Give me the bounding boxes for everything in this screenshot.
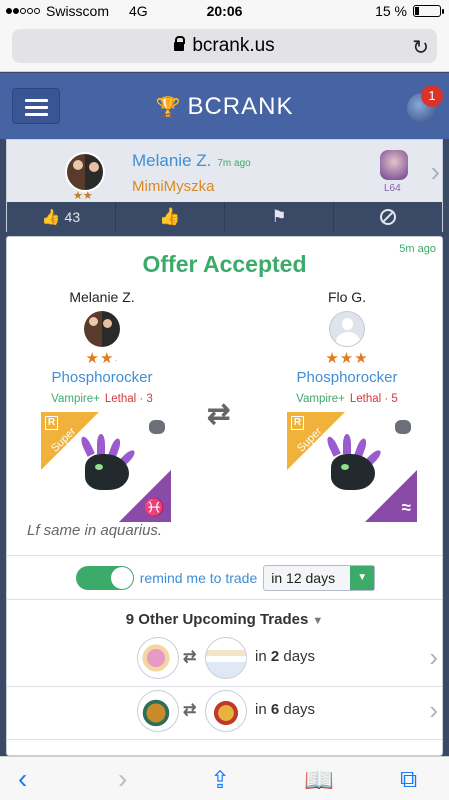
remind-toggle[interactable] bbox=[75, 566, 134, 590]
swap-icon: ⇄ bbox=[183, 649, 197, 666]
chevron-right-icon: › bbox=[429, 642, 438, 672]
chevron-right-icon[interactable]: › bbox=[431, 156, 440, 188]
trade-days-suffix: days bbox=[279, 701, 316, 718]
pisces-icon: ♓ bbox=[143, 498, 165, 517]
divider bbox=[7, 599, 442, 600]
offer-right-user[interactable]: Flo G. ★★★ bbox=[262, 289, 432, 367]
url-text: bcrank.us bbox=[192, 35, 275, 56]
status-bar: Swisscom 4G 20:06 15 % bbox=[0, 0, 449, 22]
swap-icon: ⇄ bbox=[207, 398, 231, 429]
block-button[interactable] bbox=[334, 202, 442, 232]
avatar[interactable] bbox=[65, 152, 105, 192]
user-level: L64 bbox=[384, 183, 401, 194]
rock-element-icon bbox=[395, 420, 411, 434]
divider bbox=[7, 555, 442, 556]
tabs-icon[interactable]: ⧉ bbox=[400, 766, 417, 794]
url-field[interactable]: bcrank.us ↻ bbox=[12, 29, 437, 63]
battery-percent: 15 % bbox=[375, 3, 407, 19]
lock-icon bbox=[174, 36, 186, 53]
right-trait-primary: Vampire+ bbox=[296, 393, 345, 405]
share-icon[interactable]: ⇪ bbox=[210, 766, 230, 795]
reminder-row: remind me to trade in 12 days ▼ bbox=[7, 559, 442, 597]
trade-days-prefix: in bbox=[255, 648, 271, 665]
trade-days-number: 2 bbox=[270, 648, 280, 665]
right-dragon-card[interactable]: R Super ≈ bbox=[287, 412, 417, 522]
user-name[interactable]: Melanie Z. bbox=[132, 151, 211, 170]
browser-toolbar: ‹ › ⇪ 📖 ⧉ bbox=[0, 756, 449, 800]
dragon-thumbnail bbox=[205, 690, 247, 732]
battery-icon bbox=[413, 5, 444, 17]
reload-icon[interactable]: ↻ bbox=[412, 35, 429, 60]
report-button[interactable]: ⚑ bbox=[225, 202, 334, 232]
app-header: 🏆 BCRANK 1 bbox=[0, 73, 449, 139]
remind-days-select[interactable]: in 12 days ▼ bbox=[263, 565, 376, 591]
character-avatar bbox=[380, 150, 408, 180]
user-nickname: MimiMyszka bbox=[132, 178, 215, 195]
thumbs-up-icon: 👍 bbox=[41, 209, 61, 226]
left-dragon-name[interactable]: Phosphorocker bbox=[7, 369, 202, 386]
upcoming-trades-toggle[interactable]: 9 Other Upcoming Trades ▼ bbox=[7, 611, 442, 628]
right-trait-secondary: Lethal · 5 bbox=[349, 393, 398, 405]
left-trait-primary: Vampire+ bbox=[51, 393, 100, 405]
likes-count: 43 bbox=[64, 209, 81, 225]
offer-panel: 5m ago Offer Accepted Melanie Z. ★★· Flo… bbox=[6, 236, 443, 756]
ban-icon bbox=[380, 209, 396, 225]
right-dragon-name[interactable]: Phosphorocker bbox=[247, 369, 442, 386]
upcoming-trades-heading: 9 Other Upcoming Trades bbox=[125, 611, 309, 628]
post-time: 7m ago bbox=[217, 158, 251, 169]
user-stars: ★★ bbox=[73, 190, 93, 202]
trade-days-suffix: days bbox=[279, 648, 316, 665]
trade-days-prefix: in bbox=[255, 701, 271, 718]
right-user-stars: ★★★ bbox=[325, 350, 369, 367]
offer-status-title: Offer Accepted bbox=[142, 251, 307, 277]
chevron-right-icon: › bbox=[429, 695, 438, 725]
notification-badge[interactable]: 1 bbox=[421, 85, 443, 107]
trophy-icon: 🏆 bbox=[155, 97, 182, 119]
caret-down-icon: ▼ bbox=[350, 566, 375, 590]
remind-label: remind me to trade bbox=[139, 570, 258, 586]
avatar bbox=[84, 311, 120, 347]
bookmarks-icon[interactable]: 📖 bbox=[304, 766, 334, 795]
dragon-thumbnail bbox=[137, 690, 179, 732]
swap-icon: ⇄ bbox=[183, 702, 197, 719]
trade-days-number: 6 bbox=[270, 701, 280, 718]
list-item[interactable]: ⇄ in 2 days › bbox=[7, 635, 442, 681]
like-button[interactable]: 👍 bbox=[116, 202, 225, 232]
remind-days-value: in 12 days bbox=[271, 570, 336, 586]
list-item[interactable]: ⇄ in 6 days › bbox=[7, 688, 442, 734]
offer-note: Lf same in aquarius. bbox=[27, 522, 163, 539]
rarity-badge: R bbox=[45, 416, 58, 430]
thumbs-up-icon: 👍 bbox=[159, 207, 181, 226]
brand-logo[interactable]: BCRANK bbox=[187, 93, 293, 120]
left-trait-secondary: Lethal · 3 bbox=[104, 393, 153, 405]
right-user-name: Flo G. bbox=[327, 289, 367, 305]
caret-down-icon: ▼ bbox=[312, 615, 324, 627]
likes-count-button[interactable]: 👍 43 bbox=[7, 202, 116, 232]
default-avatar-icon bbox=[329, 311, 365, 347]
back-icon[interactable]: ‹ bbox=[18, 763, 27, 795]
aquarius-icon: ≈ bbox=[401, 498, 411, 517]
user-card[interactable]: ★★ Melanie Z. 7m ago MimiMyszka L64 › 👍 43… bbox=[6, 139, 443, 232]
divider bbox=[7, 739, 442, 740]
flag-icon: ⚑ bbox=[271, 207, 287, 226]
rarity-badge: R bbox=[291, 416, 304, 430]
browser-address-bar: bcrank.us ↻ bbox=[0, 22, 449, 72]
left-dragon-card[interactable]: R Super ♓ bbox=[41, 412, 171, 522]
forward-icon[interactable]: › bbox=[118, 763, 127, 795]
dragon-thumbnail bbox=[205, 637, 247, 679]
divider bbox=[7, 686, 442, 687]
left-user-name: Melanie Z. bbox=[69, 289, 135, 305]
rock-element-icon bbox=[149, 420, 165, 434]
dragon-thumbnail bbox=[137, 637, 179, 679]
left-user-stars: ★★ bbox=[85, 350, 115, 367]
offer-left-user[interactable]: Melanie Z. ★★· bbox=[17, 289, 187, 367]
action-bar: 👍 43 👍 ⚑ bbox=[7, 202, 442, 232]
